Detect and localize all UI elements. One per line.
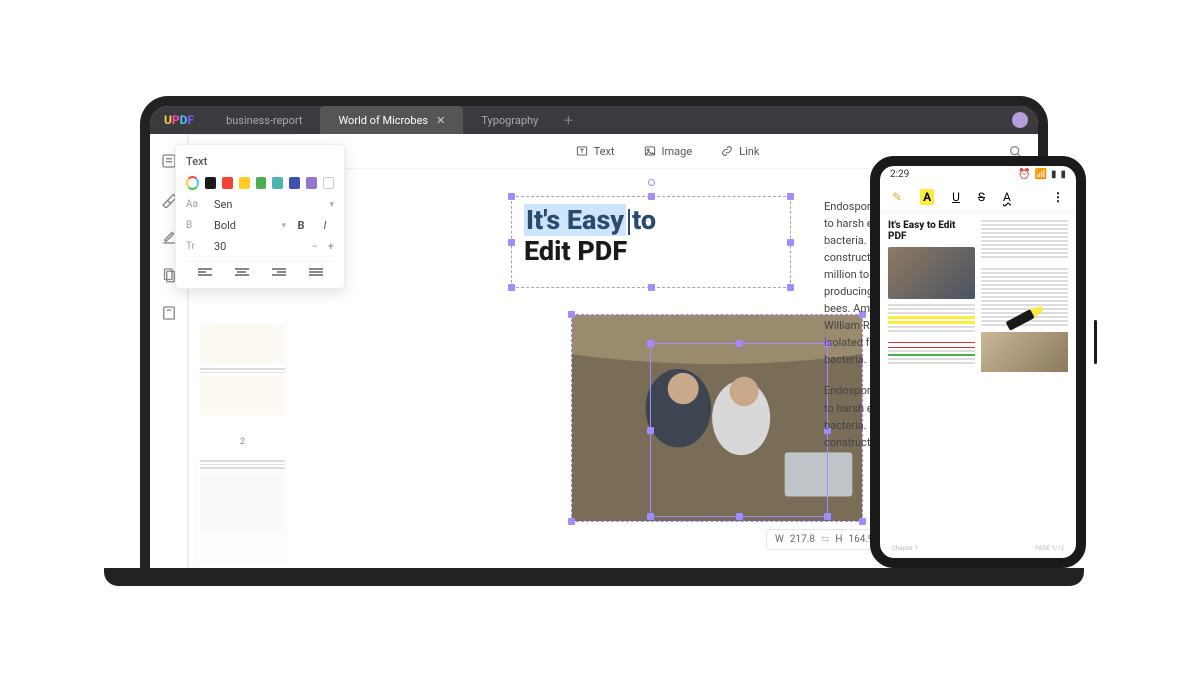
align-row <box>186 261 334 278</box>
crop-handle-se[interactable] <box>824 513 831 520</box>
highlighted-line <box>888 321 975 324</box>
swatch-teal[interactable] <box>272 177 283 189</box>
squiggly-button[interactable]: A <box>1003 190 1011 204</box>
size-increase-button[interactable]: + <box>328 240 334 253</box>
font-size-row: Tr 30 − + <box>186 240 334 253</box>
crop-tool-icon[interactable] <box>160 304 178 322</box>
phone-frame: 2:29 ⏰ 📶 ▮ ▮ ✎ A U S A ⋮ It's Easy to Ed… <box>870 156 1086 568</box>
resize-handle-s[interactable] <box>648 284 655 291</box>
size-decrease-button[interactable]: − <box>311 240 317 253</box>
crop-handle-sw[interactable] <box>647 513 654 520</box>
phone-doc-title: It's Easy to Edit PDF <box>888 220 975 242</box>
insert-text-tool[interactable]: Text <box>575 144 615 158</box>
phone-footer: Chapter 1 PAGE 1/12 <box>880 545 1076 552</box>
app-logo: UPDF <box>150 113 208 127</box>
resize-handle-nw[interactable] <box>508 193 515 200</box>
tab-business-report[interactable]: business-report <box>208 106 320 134</box>
phone-status-bar: 2:29 ⏰ 📶 ▮ ▮ <box>880 166 1076 183</box>
phone-doc-image-2 <box>981 332 1068 372</box>
chevron-down-icon: ▾ <box>281 221 286 231</box>
highlight-a-button[interactable]: A <box>920 189 934 205</box>
swatch-red[interactable] <box>222 177 233 189</box>
signal-icon: ▮ <box>1051 169 1057 180</box>
insert-link-tool[interactable]: Link <box>720 144 759 158</box>
img-handle-nw[interactable] <box>568 311 575 318</box>
resize-handle-e[interactable] <box>787 239 794 246</box>
resize-handle-w[interactable] <box>508 239 515 246</box>
user-avatar[interactable] <box>1012 112 1028 128</box>
text-edit-selection[interactable]: It's Easyto Edit PDF <box>511 196 791 288</box>
thumbnail-page-3[interactable] <box>195 455 290 565</box>
crop-handle-n[interactable] <box>736 340 743 347</box>
phone-highlight-toolbar: ✎ A U S A ⋮ <box>880 183 1076 212</box>
dimensions-readout: W217.8 ⇆ H164.9 <box>766 529 883 550</box>
chevron-down-icon: ▾ <box>329 200 334 210</box>
laptop-base <box>104 568 1084 586</box>
resize-handle-ne[interactable] <box>787 193 794 200</box>
img-handle-sw[interactable] <box>568 518 575 525</box>
new-tab-button[interactable]: ＋ <box>556 112 580 128</box>
swatch-yellow[interactable] <box>239 177 250 189</box>
rotate-handle[interactable] <box>648 179 655 186</box>
crop-handle-w[interactable] <box>647 427 654 434</box>
highlighted-line <box>888 316 975 319</box>
alarm-icon: ⏰ <box>1018 169 1030 180</box>
crop-handle-nw[interactable] <box>647 340 654 347</box>
font-weight-row: B Bold ▾ B I <box>186 219 334 232</box>
wifi-icon: 📶 <box>1035 169 1047 180</box>
image-selection[interactable] <box>571 314 863 522</box>
color-picker-icon[interactable] <box>186 176 199 190</box>
text-content[interactable]: It's Easyto Edit PDF <box>512 197 790 275</box>
more-icon[interactable]: ⋮ <box>1052 190 1064 204</box>
tab-bar: UPDF business-report World of Microbes ✕… <box>150 106 1038 134</box>
page-number-label: 2 <box>195 437 290 447</box>
resize-handle-sw[interactable] <box>508 284 515 291</box>
squiggly-line <box>888 345 975 348</box>
battery-icon: ▮ <box>1060 169 1066 180</box>
strikethrough-button[interactable]: S <box>978 190 985 204</box>
swatch-green[interactable] <box>256 177 267 189</box>
crop-handle-s[interactable] <box>736 513 743 520</box>
align-center-button[interactable] <box>235 268 249 278</box>
italic-button[interactable]: I <box>316 219 334 232</box>
swatch-blue[interactable] <box>289 177 300 189</box>
close-tab-icon[interactable]: ✕ <box>436 114 445 127</box>
pen-tool-icon[interactable]: ✎ <box>892 190 902 204</box>
bold-button[interactable]: B <box>292 219 310 232</box>
img-handle-se[interactable] <box>859 518 866 525</box>
tab-world-of-microbes[interactable]: World of Microbes ✕ <box>320 106 463 134</box>
squiggly-line <box>888 340 975 343</box>
panel-title: Text <box>186 155 334 168</box>
underline-button[interactable]: U <box>952 190 960 204</box>
swatch-custom[interactable] <box>323 177 334 189</box>
font-family-row[interactable]: Aa Sen ▾ <box>186 198 334 211</box>
align-justify-button[interactable] <box>309 268 323 278</box>
resize-handle-n[interactable] <box>648 193 655 200</box>
text-properties-panel: Text Aa Sen ▾ B Bold ▾ B I Tr 30 − + <box>175 144 345 289</box>
swatch-black[interactable] <box>205 177 216 189</box>
phone-power-button[interactable] <box>1094 320 1097 364</box>
insert-image-tool[interactable]: Image <box>643 144 693 158</box>
thumbnail-page-2[interactable] <box>195 319 290 429</box>
tab-typography[interactable]: Typography <box>463 106 556 134</box>
resize-handle-se[interactable] <box>787 284 794 291</box>
phone-doc-image <box>888 247 975 299</box>
align-right-button[interactable] <box>272 268 286 278</box>
phone-time: 2:29 <box>890 169 909 180</box>
color-swatch-row <box>186 176 334 190</box>
crop-rectangle[interactable] <box>650 343 828 517</box>
align-left-button[interactable] <box>198 268 212 278</box>
swatch-purple[interactable] <box>306 177 317 189</box>
phone-document[interactable]: It's Easy to Edit PDF <box>880 212 1076 380</box>
underline-line <box>888 354 975 356</box>
